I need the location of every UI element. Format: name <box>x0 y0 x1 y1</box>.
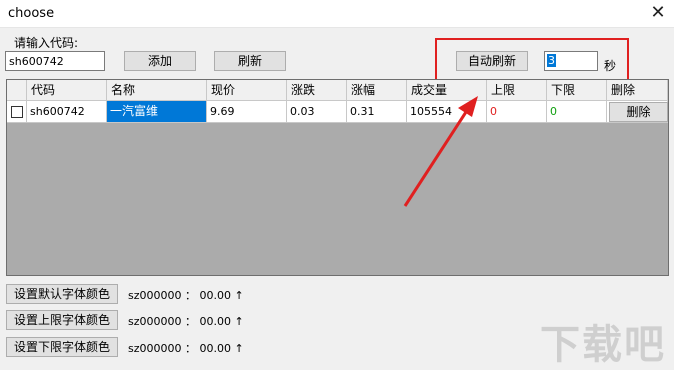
lower-font-color-button[interactable]: 设置下限字体颜色 <box>6 337 118 357</box>
watermark-logo: 下载吧 <box>540 322 666 368</box>
default-font-color-button[interactable]: 设置默认字体颜色 <box>6 284 118 304</box>
upper-font-color-button[interactable]: 设置上限字体颜色 <box>6 310 118 330</box>
status-line-2: sz000000 ： 00.00 ↑ <box>128 315 244 328</box>
status-line-1: sz000000 ： 00.00 ↑ <box>128 289 244 302</box>
status-line-3: sz000000 ： 00.00 ↑ <box>128 342 244 355</box>
